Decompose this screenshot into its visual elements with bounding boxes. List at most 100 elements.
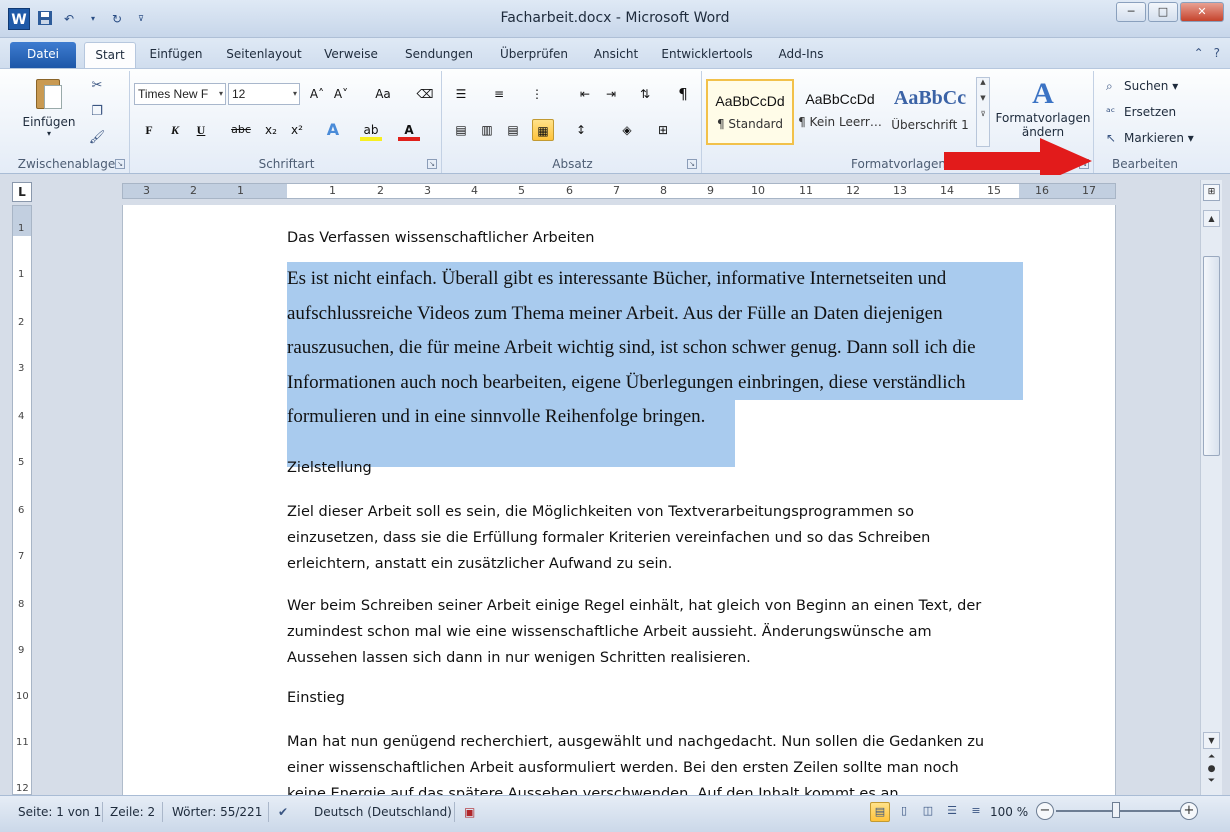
align-right-icon[interactable]: ▤	[502, 119, 524, 141]
highlight-icon[interactable]: ab	[360, 119, 382, 141]
numbering-icon[interactable]: ≡	[488, 83, 510, 105]
tab-ansicht[interactable]: Ansicht	[588, 42, 644, 68]
document-page[interactable]: Das Verfassen wissenschaftlicher Arbeite…	[122, 205, 1116, 795]
replace-icon: ᵃᶜ	[1106, 105, 1116, 119]
vertical-scrollbar[interactable]: ⊞ ▲ ▼ ⏶ ● ⏷	[1200, 180, 1222, 795]
italic-button[interactable]: K	[164, 119, 186, 141]
paragraph-launcher-icon[interactable]: ↘	[687, 159, 697, 169]
style-no-spacing[interactable]: AaBbCcDd ¶ Kein Leerr…	[796, 79, 884, 145]
multilevel-list-icon[interactable]: ⋮	[526, 83, 548, 105]
show-formatting-button[interactable]: ¶	[672, 83, 694, 105]
next-page-icon[interactable]: ⏷	[1203, 776, 1220, 790]
justify-icon[interactable]: ▦	[532, 119, 554, 141]
tab-selector[interactable]: L	[12, 182, 32, 202]
font-launcher-icon[interactable]: ↘	[427, 159, 437, 169]
zoom-level[interactable]: 100 %	[990, 804, 1028, 820]
ruler-number: 7	[613, 184, 620, 197]
tab-seitenlayout[interactable]: Seitenlayout	[222, 42, 306, 68]
change-styles-label-1: Formatvorlagen	[995, 111, 1091, 125]
underline-button[interactable]: U	[190, 119, 212, 141]
superscript-button[interactable]: x²	[286, 119, 308, 141]
paragraph-einstieg[interactable]: Man hat nun genügend recherchiert, ausge…	[287, 729, 1023, 795]
macro-recording-icon[interactable]: ▣	[464, 804, 475, 820]
tab-verweise[interactable]: Verweise	[318, 42, 384, 68]
ruler-number: 8	[660, 184, 667, 197]
paste-icon	[34, 75, 64, 111]
cut-icon[interactable]: ✂	[88, 77, 106, 95]
ruler-number: 1	[237, 184, 244, 197]
web-layout-icon[interactable]: ◫	[918, 802, 938, 822]
tab-sendungen[interactable]: Sendungen	[398, 42, 480, 68]
draft-view-icon[interactable]: ≡	[966, 802, 986, 822]
copy-icon[interactable]: ❐	[88, 103, 106, 121]
borders-icon[interactable]: ⊞	[652, 119, 674, 141]
grow-font-button[interactable]: A˄	[306, 83, 328, 105]
line-spacing-icon[interactable]: ↕	[570, 119, 592, 141]
bold-button[interactable]: F	[138, 119, 160, 141]
ruler-toggle-icon[interactable]: ⊞	[1203, 184, 1220, 201]
close-button[interactable]: ✕	[1180, 2, 1224, 22]
full-screen-reading-icon[interactable]: ▯	[894, 802, 914, 822]
tab-entwicklertools[interactable]: Entwicklertools	[656, 42, 758, 68]
ruler-number: 11	[799, 184, 813, 197]
change-case-button[interactable]: Aa	[368, 83, 398, 105]
align-left-icon[interactable]: ▤	[450, 119, 472, 141]
paragraph-ziel[interactable]: Ziel dieser Arbeit soll es sein, die Mög…	[287, 499, 1023, 577]
proofing-icon[interactable]: ✔	[278, 804, 288, 820]
decrease-indent-icon[interactable]: ⇤	[574, 83, 596, 105]
increase-indent-icon[interactable]: ⇥	[600, 83, 622, 105]
language[interactable]: Deutsch (Deutschland)	[314, 804, 452, 820]
tab-start[interactable]: Start	[84, 42, 136, 68]
shrink-font-button[interactable]: A˅	[330, 83, 352, 105]
font-name-combo[interactable]: Times New F ▾	[134, 83, 226, 105]
ruler-number: 11	[16, 737, 29, 748]
zoom-slider-thumb[interactable]	[1112, 802, 1120, 818]
select-button[interactable]: ↖ Markieren ▾	[1106, 127, 1194, 149]
status-separator	[268, 802, 269, 822]
format-painter-icon[interactable]: 🖌	[88, 129, 106, 147]
print-layout-view-icon[interactable]: ▤	[870, 802, 890, 822]
paragraph-regeln[interactable]: Wer beim Schreiben seiner Arbeit einige …	[287, 593, 1023, 671]
replace-button[interactable]: ᵃᶜ Ersetzen	[1106, 101, 1176, 123]
zoom-in-button[interactable]: +	[1180, 802, 1198, 820]
font-color-icon[interactable]: A	[398, 119, 420, 141]
scroll-down-icon[interactable]: ▼	[1203, 732, 1220, 749]
font-size-combo[interactable]: 12 ▾	[228, 83, 300, 105]
outline-view-icon[interactable]: ☰	[942, 802, 962, 822]
tab-einfuegen[interactable]: Einfügen	[144, 42, 208, 68]
scroll-thumb[interactable]	[1203, 256, 1220, 456]
help-icon[interactable]: ?	[1214, 46, 1220, 60]
tab-datei[interactable]: Datei	[10, 42, 76, 68]
zoom-out-button[interactable]: −	[1036, 802, 1054, 820]
clipboard-launcher-icon[interactable]: ↘	[115, 159, 125, 169]
text-line: zumindest schon mal wie eine wissenschaf…	[287, 624, 932, 640]
styles-gallery-scroll[interactable]: ▲ ▼ ⊽	[976, 77, 990, 147]
ruler-number: 15	[987, 184, 1001, 197]
maximize-button[interactable]: □	[1148, 2, 1178, 22]
subscript-button[interactable]: x₂	[260, 119, 282, 141]
align-center-icon[interactable]: ▥	[476, 119, 498, 141]
style-standard[interactable]: AaBbCcDd ¶ Standard	[706, 79, 794, 145]
tab-add-ins[interactable]: Add-Ins	[770, 42, 832, 68]
horizontal-ruler[interactable]: L 3 2 1 1 2 3 4 5 6 7 8 9 10 11 12 13 14…	[0, 175, 1230, 205]
text-effects-icon[interactable]: A	[322, 119, 344, 141]
ruler-strip: 3 2 1 1 2 3 4 5 6 7 8 9 10 11 12 13 14 1…	[122, 183, 1116, 199]
strikethrough-button[interactable]: abc	[230, 119, 252, 141]
tab-ueberpruefen[interactable]: Überprüfen	[492, 42, 576, 68]
shading-icon[interactable]: ◈	[616, 119, 638, 141]
page-count[interactable]: Seite: 1 von 1	[18, 804, 101, 820]
minimize-ribbon-icon[interactable]: ⌃	[1194, 46, 1204, 60]
selected-paragraph[interactable]: Es ist nicht einfach. Überall gibt es in…	[287, 262, 1023, 467]
bullets-icon[interactable]: ☰	[450, 83, 472, 105]
word-count[interactable]: Wörter: 55/221	[172, 804, 262, 820]
style-heading-1[interactable]: AaBbCc Überschrift 1	[886, 79, 974, 145]
line-number[interactable]: Zeile: 2	[110, 804, 155, 820]
sort-icon[interactable]: ⇅	[634, 83, 656, 105]
scroll-up-icon[interactable]: ▲	[1203, 210, 1220, 227]
clear-formatting-icon[interactable]: ⌫	[414, 83, 436, 105]
vertical-ruler[interactable]: 1 1 2 3 4 5 6 7 8 9 10 11 12	[12, 205, 32, 795]
minimize-button[interactable]: ─	[1116, 2, 1146, 22]
paste-button[interactable]: Einfügen ▾	[14, 75, 84, 138]
status-separator	[102, 802, 103, 822]
find-button[interactable]: ⌕ Suchen ▾	[1106, 75, 1178, 97]
